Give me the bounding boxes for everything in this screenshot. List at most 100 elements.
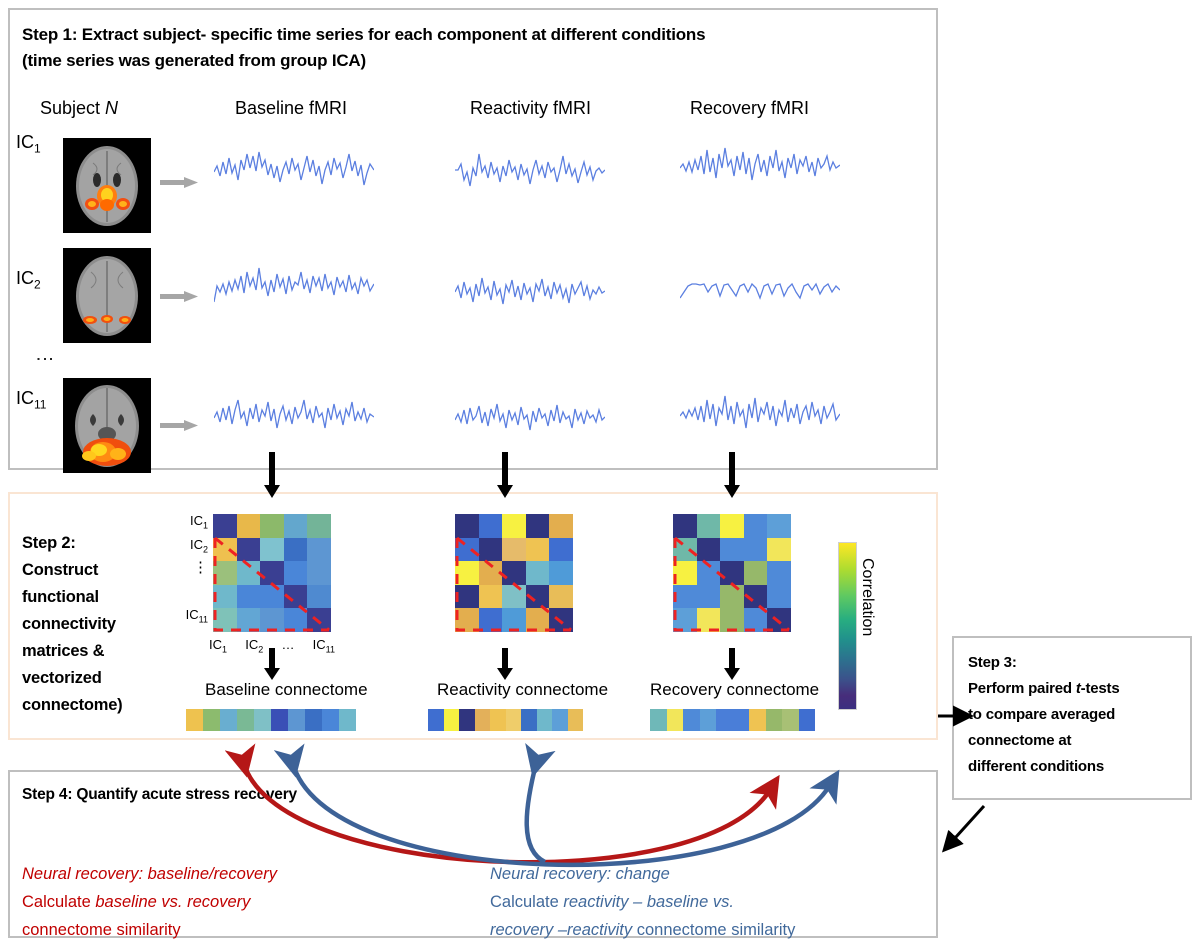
matrix-cell [283, 584, 308, 609]
matrix-col-label-ic11: IC11 [312, 637, 335, 655]
matrix-cell [307, 561, 331, 585]
matrix-cell [696, 584, 721, 609]
column-header-subject: Subject N [40, 98, 119, 118]
connectome-segment [765, 709, 782, 731]
connectome-segment [474, 709, 490, 731]
matrix-cell [307, 608, 331, 632]
connectivity-matrix-reactivity [455, 514, 573, 632]
arrow-step3-to-step4 [941, 804, 986, 853]
connectome-segment [521, 709, 537, 731]
ic-label-2: IC2 [16, 268, 41, 292]
matrix-cell [720, 561, 744, 585]
timeseries-ic11-reactivity [455, 390, 605, 452]
matrix-cell [743, 514, 768, 538]
matrix-cell [307, 584, 331, 609]
matrix-cell [236, 514, 261, 538]
connectome-segment [339, 709, 356, 731]
step4-left-line2-pre: Calculate [22, 893, 96, 911]
matrix-cell [236, 608, 261, 632]
column-header-recovery: Recovery fMRI [690, 98, 810, 118]
matrix-cell [549, 561, 573, 585]
down-arrow-matrix-to-connectome-baseline [262, 648, 282, 694]
connectome-vector-recovery [650, 709, 815, 731]
connectome-segment [443, 709, 459, 731]
matrix-cell [767, 537, 791, 562]
matrix-cell [696, 514, 721, 538]
matrix-cell [767, 514, 791, 538]
matrix-cell [283, 561, 308, 585]
connectome-segment [322, 709, 339, 731]
down-arrow-matrix-to-connectome-recovery [722, 648, 742, 694]
matrix-cell [307, 514, 331, 538]
matrix-cell [720, 537, 744, 562]
matrix-cell [236, 584, 261, 609]
matrix-cell [455, 584, 479, 609]
matrix-cell [720, 608, 744, 632]
matrix-cell [696, 608, 721, 632]
timeseries-ic2-recovery [680, 262, 840, 324]
matrix-row-label-ic1: IC1 [189, 513, 208, 531]
matrix-cell [743, 584, 768, 609]
step1-title-line1: Step 1: Extract subject- specific time s… [22, 25, 706, 44]
connectome-segment [716, 709, 733, 731]
connectome-segment [650, 709, 667, 731]
connectome-segment [254, 709, 271, 731]
step4-right-line3-post: connectome similarity [632, 921, 796, 939]
matrix-cell [767, 608, 791, 632]
column-header-baseline: Baseline fMRI [235, 98, 348, 118]
connectome-segment [567, 709, 583, 731]
ic-label-11: IC11 [16, 388, 47, 412]
matrix-cell [502, 584, 526, 609]
timeseries-ic1-reactivity [455, 142, 605, 204]
matrix-cell [673, 514, 697, 538]
ic-label-1: IC1 [16, 132, 41, 156]
step4-right-text: Neural recovery: change Calculate reacti… [490, 860, 795, 944]
matrix-cell [455, 537, 479, 562]
matrix-cell [455, 561, 479, 585]
matrix-cell [525, 608, 550, 632]
connectome-segment [203, 709, 220, 731]
matrix-cell [673, 537, 697, 562]
matrix-cell [283, 537, 308, 562]
step4-right-line2-pre: Calculate [490, 893, 564, 911]
step4-title: Step 4: Quantify acute stress recovery [22, 786, 297, 803]
timeseries-ic1-recovery [680, 138, 840, 200]
matrix-cell [213, 561, 237, 585]
step1-title-line2: (time series was generated from group IC… [22, 51, 366, 70]
matrix-cell [696, 537, 721, 562]
matrix-cell [236, 561, 261, 585]
down-arrow-reactivity-to-matrix [495, 452, 515, 498]
connectome-segment [237, 709, 254, 731]
matrix-cell [213, 514, 237, 538]
connectivity-matrix-recovery [673, 514, 791, 632]
step2-title: Step 2: Construct functional connectivity ma… [22, 534, 123, 714]
matrix-cell [260, 584, 284, 609]
connectome-segment [782, 709, 799, 731]
matrix-row-label-ellipsis: ⋮ [193, 559, 208, 577]
matrix-cell [213, 608, 237, 632]
connectome-segment [288, 709, 305, 731]
step1-title: Step 1: Extract subject- specific time s… [22, 22, 902, 74]
connectome-segment [699, 709, 716, 731]
matrix-cell [549, 608, 573, 632]
connectome-segment [749, 709, 766, 731]
brain-slice-ic2 [63, 248, 151, 343]
matrix-cell [673, 608, 697, 632]
matrix-cell [478, 537, 503, 562]
connectome-segment [666, 709, 683, 731]
connectome-segment [186, 709, 203, 731]
matrix-cell [743, 537, 768, 562]
matrix-col-label-ic2: IC2 [245, 637, 264, 655]
step4-left-line3: connectome similarity [22, 921, 181, 939]
connectome-segment [459, 709, 475, 731]
matrix-cell [260, 514, 284, 538]
connectome-segment [798, 709, 815, 731]
ic-vertical-ellipsis: ⋮ [35, 350, 55, 368]
step3-title: Step 3: Perform paired t-tests to compare … [968, 654, 1120, 775]
down-arrow-recovery-to-matrix [722, 452, 742, 498]
matrix-cell [549, 537, 573, 562]
connectome-segment [428, 709, 444, 731]
connectome-vector-baseline [186, 709, 356, 731]
timeseries-ic11-baseline [214, 388, 374, 450]
connectome-title-reactivity: Reactivity connectome [437, 680, 609, 699]
